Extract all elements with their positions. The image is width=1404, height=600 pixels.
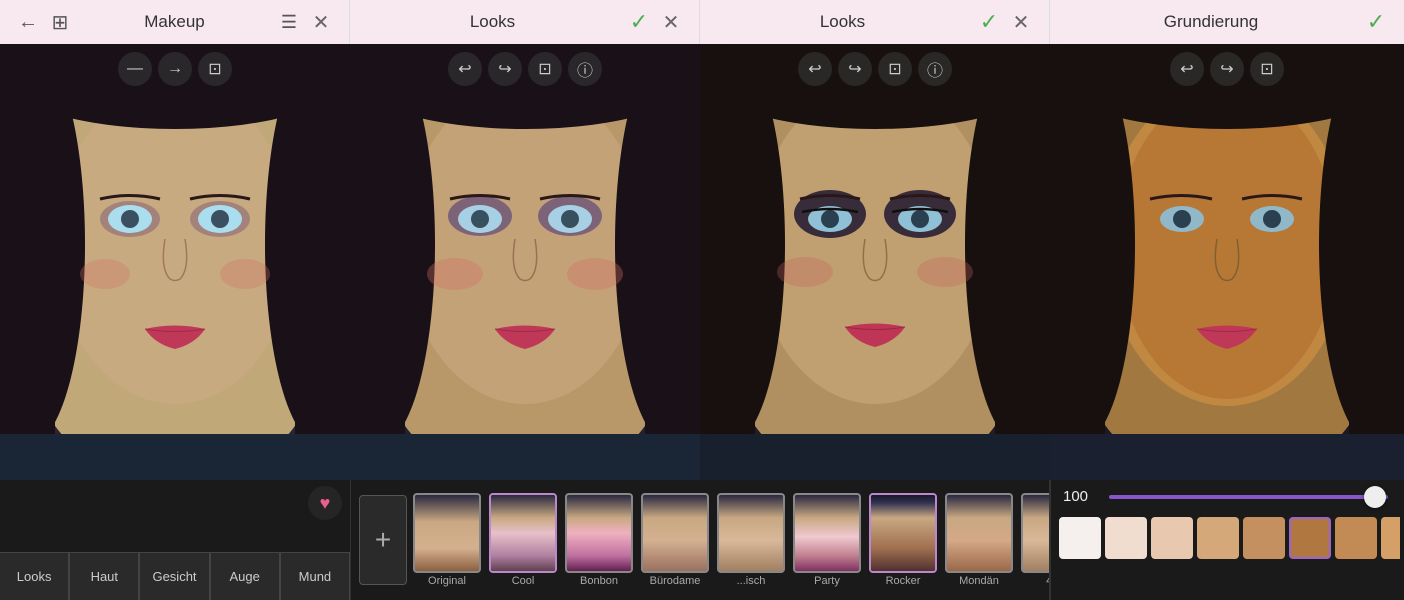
undo-button-2[interactable]: ↩ <box>448 52 482 86</box>
swatch-5-selected[interactable] <box>1289 517 1331 559</box>
panel-2-close-button[interactable]: ✕ <box>655 6 687 38</box>
redo-button-3[interactable]: ↪ <box>838 52 872 86</box>
panel-3-header: Looks ✓ ✕ <box>700 0 1050 44</box>
crop-button-4[interactable]: ⊡ <box>1250 52 1284 86</box>
tab-haut[interactable]: Haut <box>69 552 139 600</box>
crop-button-2[interactable]: ⊡ <box>528 52 562 86</box>
info-button-2[interactable]: ⓘ <box>568 52 602 86</box>
panel-1-close-button[interactable]: ✕ <box>305 6 337 38</box>
panel-2-header: Looks ✓ ✕ <box>350 0 700 44</box>
panel-3-title: Looks <box>712 12 973 32</box>
swatch-blank[interactable] <box>1059 517 1101 559</box>
look-label-rocker: Rocker <box>886 575 921 587</box>
panel-3-close-button[interactable]: ✕ <box>1005 6 1037 38</box>
look-label-frisch: ...isch <box>737 575 766 587</box>
panel-4-title: Grundierung <box>1062 12 1360 32</box>
minus-button[interactable]: — <box>118 52 152 86</box>
look-item-original[interactable]: Original <box>411 493 483 587</box>
slider-value-label: 100 <box>1063 488 1099 505</box>
opacity-slider-thumb[interactable] <box>1364 486 1386 508</box>
redo-button-2[interactable]: ↪ <box>488 52 522 86</box>
look-thumb-forties <box>1021 493 1049 573</box>
crop-button-3[interactable]: ⊡ <box>878 52 912 86</box>
face-image-4 <box>1050 44 1404 480</box>
swatch-7[interactable] <box>1381 517 1400 559</box>
look-label-mondan: Mondän <box>959 575 999 587</box>
panel-4-check-button[interactable]: ✓ <box>1360 6 1392 38</box>
look-label-bonbon: Bonbon <box>580 575 618 587</box>
look-item-mondan[interactable]: Mondän <box>943 493 1015 587</box>
image-panel-2: ↩ ↪ ⊡ ⓘ <box>350 44 700 480</box>
back-button[interactable]: ← <box>12 6 44 38</box>
look-thumb-burodame <box>641 493 709 573</box>
look-item-cool[interactable]: Cool <box>487 493 559 587</box>
panel-1-header: ← ⊞ Makeup ☰ ✕ <box>0 0 350 44</box>
panel-2-controls: ↩ ↪ ⊡ ⓘ <box>350 52 700 86</box>
look-label-cool: Cool <box>512 575 535 587</box>
look-label-original: Original <box>428 575 466 587</box>
face-image-3 <box>700 44 1050 480</box>
top-bar: ← ⊞ Makeup ☰ ✕ Looks ✓ ✕ Looks ✓ ✕ Grund… <box>0 0 1404 44</box>
look-item-party[interactable]: Party <box>791 493 863 587</box>
image-panel-3: ↩ ↪ ⊡ ⓘ <box>700 44 1050 480</box>
panel-3-check-button[interactable]: ✓ <box>973 6 1005 38</box>
look-thumb-cool <box>489 493 557 573</box>
look-thumb-bonbon <box>565 493 633 573</box>
grid-icon-button[interactable]: ⊞ <box>44 6 76 38</box>
tab-looks[interactable]: Looks <box>0 552 69 600</box>
swatch-3[interactable] <box>1197 517 1239 559</box>
look-item-frisch[interactable]: ...isch <box>715 493 787 587</box>
swatch-6[interactable] <box>1335 517 1377 559</box>
bottom-panel: ♥ Looks Haut Gesicht Auge Mund + Origina… <box>0 480 1404 600</box>
swatch-1[interactable] <box>1105 517 1147 559</box>
looks-scroll-area: + Original Cool Bonbon <box>351 480 1049 600</box>
tab-auge[interactable]: Auge <box>210 552 280 600</box>
look-item-bonbon[interactable]: Bonbon <box>563 493 635 587</box>
info-button-3[interactable]: ⓘ <box>918 52 952 86</box>
opacity-slider-row: 100 <box>1051 480 1400 513</box>
foundation-controls: 100 <box>1050 480 1400 600</box>
crop-button-1[interactable]: ⊡ <box>198 52 232 86</box>
image-panel-1: — → ⊡ <box>0 44 350 480</box>
swatch-2[interactable] <box>1151 517 1193 559</box>
nav-tabs: Looks Haut Gesicht Auge Mund <box>0 552 350 600</box>
look-item-rocker[interactable]: Rocker <box>867 493 939 587</box>
look-thumb-mondan <box>945 493 1013 573</box>
undo-button-4[interactable]: ↩ <box>1170 52 1204 86</box>
swatch-4[interactable] <box>1243 517 1285 559</box>
face-image-1 <box>0 44 350 480</box>
main-content: — → ⊡ <box>0 44 1404 480</box>
doc-icon-button[interactable]: ☰ <box>273 6 305 38</box>
tab-gesicht[interactable]: Gesicht <box>139 552 209 600</box>
forward-button[interactable]: → <box>158 52 192 86</box>
look-thumb-rocker <box>869 493 937 573</box>
look-label-party: Party <box>814 575 840 587</box>
panel-1-controls: — → ⊡ <box>0 52 350 86</box>
look-thumb-frisch <box>717 493 785 573</box>
add-look-button[interactable]: + <box>359 495 407 585</box>
panel-3-controls: ↩ ↪ ⊡ ⓘ <box>700 52 1050 86</box>
opacity-slider-track[interactable] <box>1109 495 1388 499</box>
look-label-forties: 40s <box>1046 575 1049 587</box>
look-label-burodame: Bürodame <box>650 575 701 587</box>
panel-2-title: Looks <box>362 12 623 32</box>
redo-button-4[interactable]: ↪ <box>1210 52 1244 86</box>
look-item-forties[interactable]: 40s <box>1019 493 1049 587</box>
panel-4-controls: ↩ ↪ ⊡ <box>1050 52 1404 86</box>
foundation-swatches <box>1051 513 1400 563</box>
look-thumb-party <box>793 493 861 573</box>
tab-mund[interactable]: Mund <box>280 552 350 600</box>
panel-2-check-button[interactable]: ✓ <box>623 6 655 38</box>
panel-4-header: Grundierung ✓ <box>1050 0 1404 44</box>
look-item-burodame[interactable]: Bürodame <box>639 493 711 587</box>
face-image-2 <box>350 44 700 480</box>
look-thumb-original <box>413 493 481 573</box>
image-panel-4: ↩ ↪ ⊡ <box>1050 44 1404 480</box>
undo-button-3[interactable]: ↩ <box>798 52 832 86</box>
heart-button[interactable]: ♥ <box>308 486 342 520</box>
panel-1-title: Makeup <box>76 12 273 32</box>
